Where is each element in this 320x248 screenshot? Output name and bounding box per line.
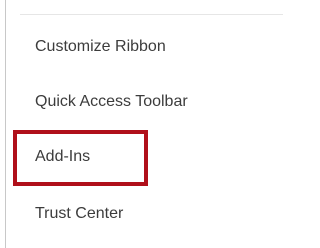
nav-item-trust-center[interactable]: Trust Center: [35, 199, 123, 229]
add-ins-highlight-box: [13, 130, 148, 186]
options-nav-menu: Customize Ribbon Quick Access Toolbar Ad…: [0, 0, 283, 248]
nav-item-customize-ribbon[interactable]: Customize Ribbon: [35, 32, 166, 62]
nav-item-quick-access-toolbar[interactable]: Quick Access Toolbar: [35, 87, 188, 117]
